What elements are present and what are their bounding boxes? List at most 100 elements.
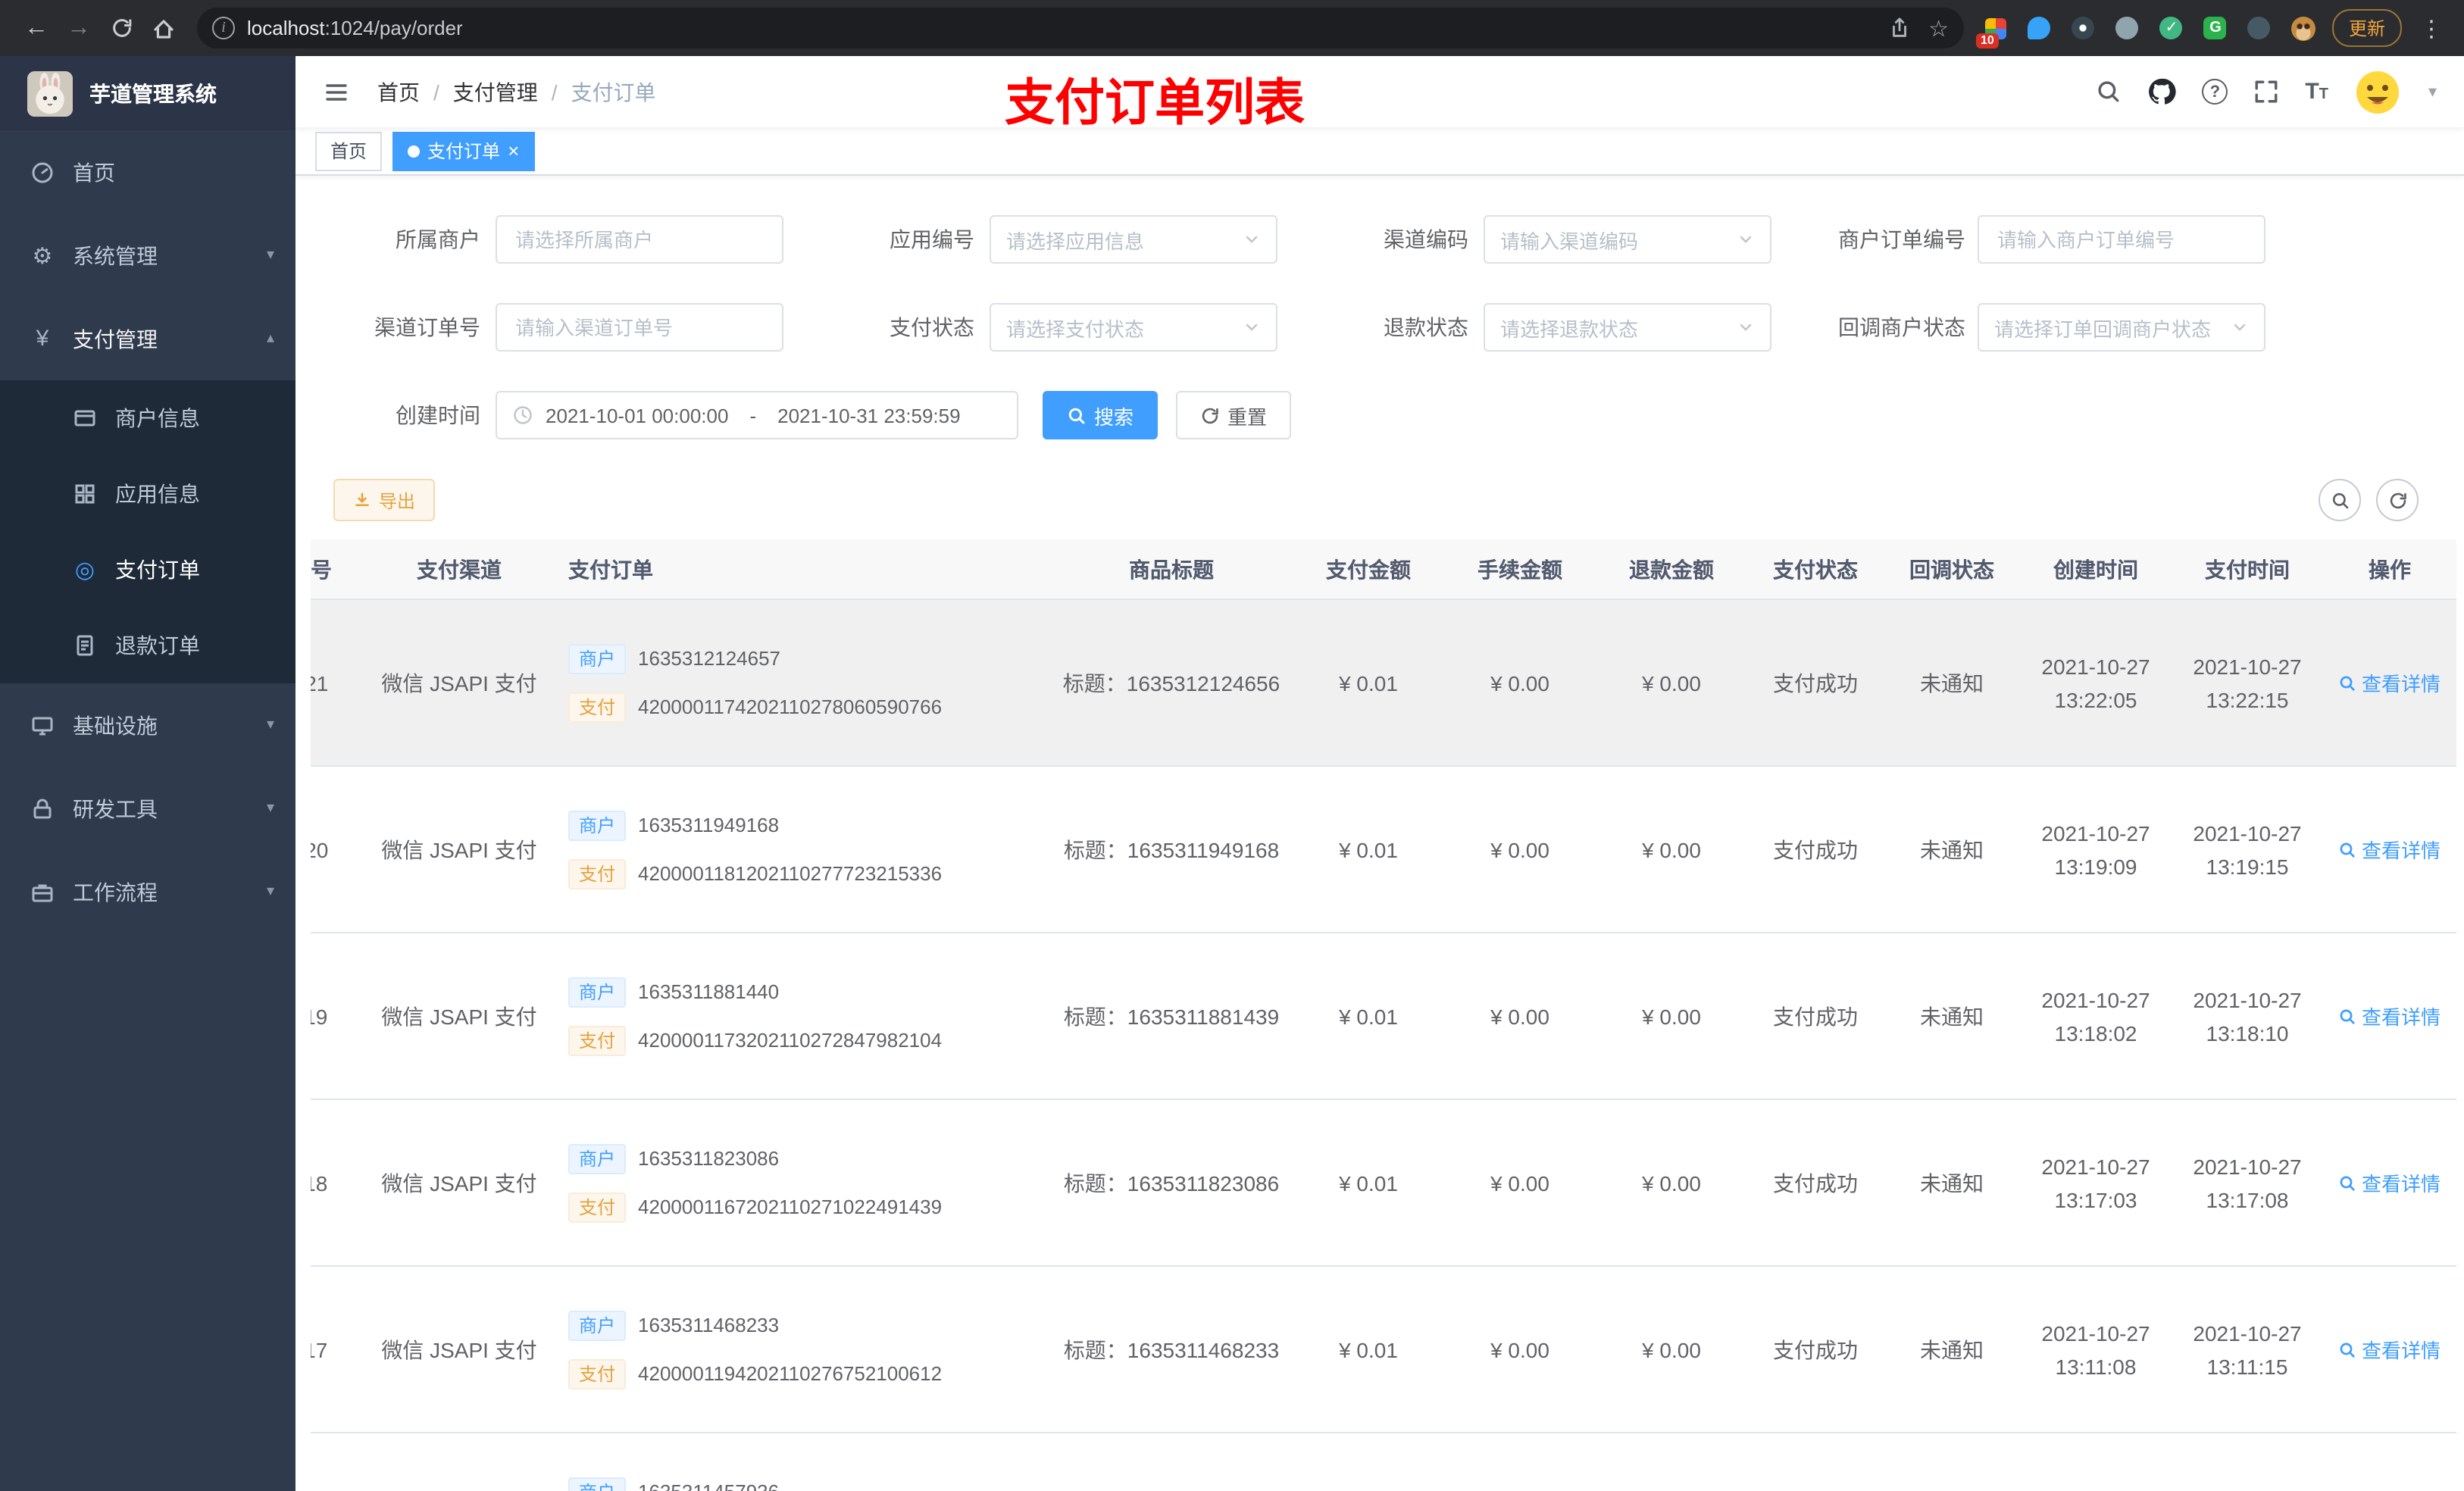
extension-icon-5[interactable]: ✓ bbox=[2158, 14, 2185, 42]
github-icon[interactable] bbox=[2147, 77, 2176, 106]
channel-code-select[interactable]: 请输入渠道编码 bbox=[1484, 215, 1771, 264]
tab-close-icon[interactable]: × bbox=[508, 141, 519, 161]
extension-icon-7[interactable] bbox=[2246, 14, 2273, 42]
col-goods-title: 商品标题 bbox=[1129, 557, 1214, 581]
view-detail-link[interactable]: 查看详情 bbox=[2339, 668, 2441, 697]
table-row[interactable]: 119 微信 JSAPI 支付 商户 1635311881440 支付 4200… bbox=[311, 933, 2456, 1100]
breadcrumb-home[interactable]: 首页 bbox=[377, 77, 420, 107]
extension-icon-4[interactable] bbox=[2114, 14, 2141, 42]
home-icon[interactable] bbox=[142, 7, 185, 49]
view-detail-link[interactable]: 查看详情 bbox=[2339, 1335, 2441, 1364]
user-avatar[interactable] bbox=[2354, 67, 2403, 116]
pay-status-select[interactable]: 请选择支付状态 bbox=[990, 303, 1277, 352]
sidebar-toggle-icon[interactable] bbox=[323, 80, 350, 104]
breadcrumb-pay[interactable]: 支付管理 bbox=[453, 77, 538, 107]
app-logo[interactable]: 芋道管理系统 bbox=[0, 56, 295, 130]
table-row[interactable]: 121 微信 JSAPI 支付 商户 1635312124657 支付 4200… bbox=[311, 600, 2456, 767]
extension-icon-8[interactable] bbox=[2290, 14, 2317, 42]
hide-search-button[interactable] bbox=[2319, 479, 2361, 521]
tab-home[interactable]: 首页 bbox=[315, 131, 383, 170]
url-bar[interactable]: i localhost:1024/pay/order ☆ bbox=[197, 8, 1964, 48]
search-button[interactable]: 搜索 bbox=[1043, 391, 1159, 439]
app-id-select[interactable]: 请选择应用信息 bbox=[990, 215, 1277, 264]
table-row[interactable]: 商户 1635311457936 支付 查看详情 bbox=[311, 1433, 2456, 1491]
table-row[interactable]: 117 微信 JSAPI 支付 商户 1635311468233 支付 4200… bbox=[311, 1267, 2456, 1433]
refresh-button[interactable] bbox=[2376, 479, 2419, 521]
sidebar-item-app-info[interactable]: 应用信息 bbox=[0, 456, 295, 532]
channel-order-no: 4200001194202110276752100612 bbox=[638, 1362, 943, 1385]
extension-icon-6[interactable]: G bbox=[2202, 14, 2229, 42]
export-button[interactable]: 导出 bbox=[333, 479, 436, 521]
reload-icon[interactable] bbox=[100, 7, 142, 49]
pay-status-cell: 支付成功 bbox=[1773, 670, 1858, 695]
filter-notify-status: 回调商户状态 请选择订单回调商户状态 bbox=[1838, 303, 2281, 352]
view-detail-link[interactable]: 查看详情 bbox=[2339, 1002, 2441, 1030]
order-id-cell: 121 bbox=[311, 670, 329, 695]
date-start-value: 2021-10-01 00:00:00 bbox=[546, 404, 729, 427]
sidebar-item-workflow[interactable]: 工作流程 ▾ bbox=[0, 850, 295, 933]
view-detail-link[interactable]: 查看详情 bbox=[2339, 835, 2441, 864]
pay-order-cell: 商户 1635311468233 支付 42000011942021102767… bbox=[550, 1310, 1050, 1389]
refund-status-select[interactable]: 请选择退款状态 bbox=[1484, 303, 1771, 352]
refund-amount-cell: ¥ 0.00 bbox=[1642, 1337, 1701, 1361]
tab-pay-order[interactable]: 支付订单 × bbox=[392, 131, 535, 170]
view-detail-link[interactable]: 查看详情 bbox=[2339, 1168, 2441, 1197]
create-time-range-picker[interactable]: 2021-10-01 00:00:00 - 2021-10-31 23:59:5… bbox=[496, 391, 1018, 439]
fullscreen-icon[interactable] bbox=[2253, 79, 2279, 105]
sidebar-item-infra[interactable]: 基础设施 ▾ bbox=[0, 683, 295, 767]
tags-view: 首页 支付订单 × bbox=[295, 127, 2464, 176]
table-row[interactable]: 118 微信 JSAPI 支付 商户 1635311823086 支付 4200… bbox=[311, 1100, 2456, 1267]
avatar-caret-icon[interactable]: ▾ bbox=[2428, 82, 2437, 102]
font-size-icon[interactable]: TT bbox=[2305, 79, 2328, 105]
sidebar-item-home[interactable]: 首页 bbox=[0, 130, 295, 214]
merchant-order-no-input[interactable] bbox=[1978, 215, 2265, 264]
sidebar-item-devtools[interactable]: 研发工具 ▾ bbox=[0, 767, 295, 850]
sidebar-item-refund-order[interactable]: 退款订单 bbox=[0, 608, 295, 683]
back-icon[interactable]: ← bbox=[15, 7, 58, 49]
col-actions: 操作 bbox=[2369, 557, 2411, 581]
sidebar-item-pay[interactable]: ¥ 支付管理 ▴ bbox=[0, 297, 295, 380]
browser-update-button[interactable]: 更新 bbox=[2331, 9, 2402, 47]
extension-icon-2[interactable] bbox=[2026, 14, 2053, 42]
share-icon[interactable] bbox=[1887, 17, 1910, 39]
pay-amount-cell: ¥ 0.01 bbox=[1339, 670, 1398, 695]
refund-amount-cell: ¥ 0.00 bbox=[1642, 1004, 1701, 1028]
browser-menu-icon[interactable]: ⋮ bbox=[2414, 14, 2449, 42]
breadcrumb: 首页 / 支付管理 / 支付订单 bbox=[377, 77, 656, 107]
annotation-page-title: 支付订单列表 bbox=[1005, 74, 1305, 130]
refund-amount-cell: ¥ 0.00 bbox=[1642, 837, 1701, 861]
filter-row-2: 渠道订单号 支付状态 请选择支付状态 退款状态 请选择退款状态 回调商户状态 请… bbox=[295, 303, 2464, 352]
col-fee-amount: 手续金额 bbox=[1477, 557, 1562, 581]
col-pay-amount: 支付金额 bbox=[1326, 557, 1411, 581]
chevron-down-icon bbox=[1737, 318, 1755, 336]
chevron-up-icon: ▴ bbox=[266, 330, 274, 347]
sidebar-item-merchant-info[interactable]: 商户信息 bbox=[0, 380, 295, 456]
merchant-input[interactable] bbox=[496, 215, 783, 264]
merchant-tag: 商户 bbox=[568, 1310, 627, 1340]
sidebar-item-pay-order[interactable]: ◎ 支付订单 bbox=[0, 532, 295, 608]
merchant-card-icon bbox=[73, 406, 97, 430]
merchant-order-no: 1635311949168 bbox=[638, 814, 780, 836]
reset-button[interactable]: 重置 bbox=[1176, 391, 1292, 439]
notify-status-select[interactable]: 请选择订单回调商户状态 bbox=[1978, 303, 2265, 352]
search-icon[interactable] bbox=[2096, 79, 2122, 105]
sidebar-item-system[interactable]: ⚙ 系统管理 ▾ bbox=[0, 214, 295, 297]
help-icon[interactable]: ? bbox=[2202, 79, 2228, 105]
merchant-order-no: 1635312124657 bbox=[638, 647, 781, 670]
pay-amount-cell: ¥ 0.01 bbox=[1339, 1171, 1398, 1195]
col-notify-status: 回调状态 bbox=[1909, 557, 1994, 581]
bookmark-star-icon[interactable]: ☆ bbox=[1928, 14, 1949, 42]
refund-amount-cell: ¥ 0.00 bbox=[1642, 1171, 1701, 1195]
forward-icon[interactable]: → bbox=[58, 7, 100, 49]
pay-time-cell: 2021-10-27 13:19:15 bbox=[2193, 821, 2302, 878]
goods-title-cell: 标题：1635311468233 bbox=[1063, 1337, 1280, 1361]
table-row[interactable]: 120 微信 JSAPI 支付 商户 1635311949168 支付 4200… bbox=[311, 767, 2456, 933]
site-info-icon[interactable]: i bbox=[212, 17, 235, 39]
notify-status-cell: 未通知 bbox=[1920, 1171, 1984, 1195]
create-time-cell: 2021-10-27 13:18:02 bbox=[2041, 987, 2150, 1045]
pay-order-cell: 商户 1635311457936 支付 bbox=[550, 1477, 1050, 1491]
extension-icon-3[interactable] bbox=[2070, 14, 2097, 42]
extension-icon-1[interactable]: 10 bbox=[1975, 14, 2009, 48]
table-body: 121 微信 JSAPI 支付 商户 1635312124657 支付 4200… bbox=[311, 600, 2456, 1491]
channel-order-no-input[interactable] bbox=[496, 303, 783, 352]
